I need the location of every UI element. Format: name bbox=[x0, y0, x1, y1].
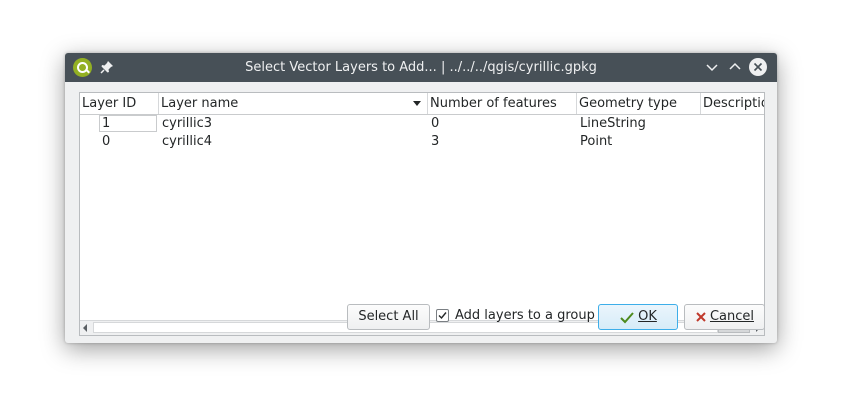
title-bar[interactable]: Select Vector Layers to Add... | ../../.… bbox=[65, 53, 777, 82]
column-header-label: Layer ID bbox=[82, 96, 137, 111]
column-header-layer-name[interactable]: Layer name bbox=[159, 93, 428, 114]
table-row[interactable]: 0 cyrillic4 3 Point bbox=[80, 133, 764, 151]
sort-descending-icon bbox=[413, 101, 421, 106]
select-all-button[interactable]: Select All bbox=[347, 304, 430, 330]
cell-geometry-type[interactable]: Point bbox=[580, 133, 612, 151]
cell-geometry-type[interactable]: LineString bbox=[580, 115, 646, 133]
column-header-geometry-type[interactable]: Geometry type bbox=[577, 93, 701, 114]
cell-layer-name[interactable]: cyrillic4 bbox=[162, 133, 212, 151]
column-header-label: Number of features bbox=[430, 96, 557, 111]
window-title: Select Vector Layers to Add... | ../../.… bbox=[245, 60, 597, 75]
column-header-label: Descriptio bbox=[703, 96, 764, 111]
column-header-description[interactable]: Descriptio bbox=[701, 93, 764, 114]
cancel-x-icon bbox=[696, 311, 706, 322]
checkmark-icon bbox=[438, 312, 447, 320]
cell-layer-id[interactable]: 0 bbox=[102, 133, 110, 151]
cancel-button[interactable]: Cancel bbox=[684, 304, 765, 330]
scroll-left-icon[interactable] bbox=[83, 324, 87, 332]
cell-layer-name[interactable]: cyrillic3 bbox=[162, 115, 212, 133]
layers-table[interactable]: Layer ID Layer name Number of features G… bbox=[79, 92, 765, 336]
column-header-layer-id[interactable]: Layer ID bbox=[80, 93, 159, 114]
cell-feature-count[interactable]: 3 bbox=[431, 133, 439, 151]
column-header-label: Geometry type bbox=[579, 96, 677, 111]
cell-feature-count[interactable]: 0 bbox=[431, 115, 439, 133]
minimize-icon[interactable] bbox=[703, 58, 721, 76]
cell-layer-id[interactable]: 1 bbox=[99, 115, 157, 132]
add-to-group-label: Add layers to a group bbox=[455, 308, 595, 323]
close-icon[interactable] bbox=[749, 58, 767, 76]
maximize-icon[interactable] bbox=[726, 58, 744, 76]
ok-hand-icon bbox=[620, 311, 634, 323]
select-vector-layers-dialog: Select Vector Layers to Add... | ../../.… bbox=[65, 53, 777, 343]
column-header-feature-count[interactable]: Number of features bbox=[428, 93, 577, 114]
add-to-group-checkbox[interactable] bbox=[436, 309, 449, 322]
table-row[interactable]: 1 cyrillic3 0 LineString bbox=[80, 115, 764, 133]
table-header: Layer ID Layer name Number of features G… bbox=[80, 93, 764, 115]
ok-label: OK bbox=[638, 309, 657, 324]
column-header-label: Layer name bbox=[161, 96, 239, 111]
cancel-label: Cancel bbox=[709, 309, 755, 324]
ok-button[interactable]: OK bbox=[598, 304, 678, 330]
